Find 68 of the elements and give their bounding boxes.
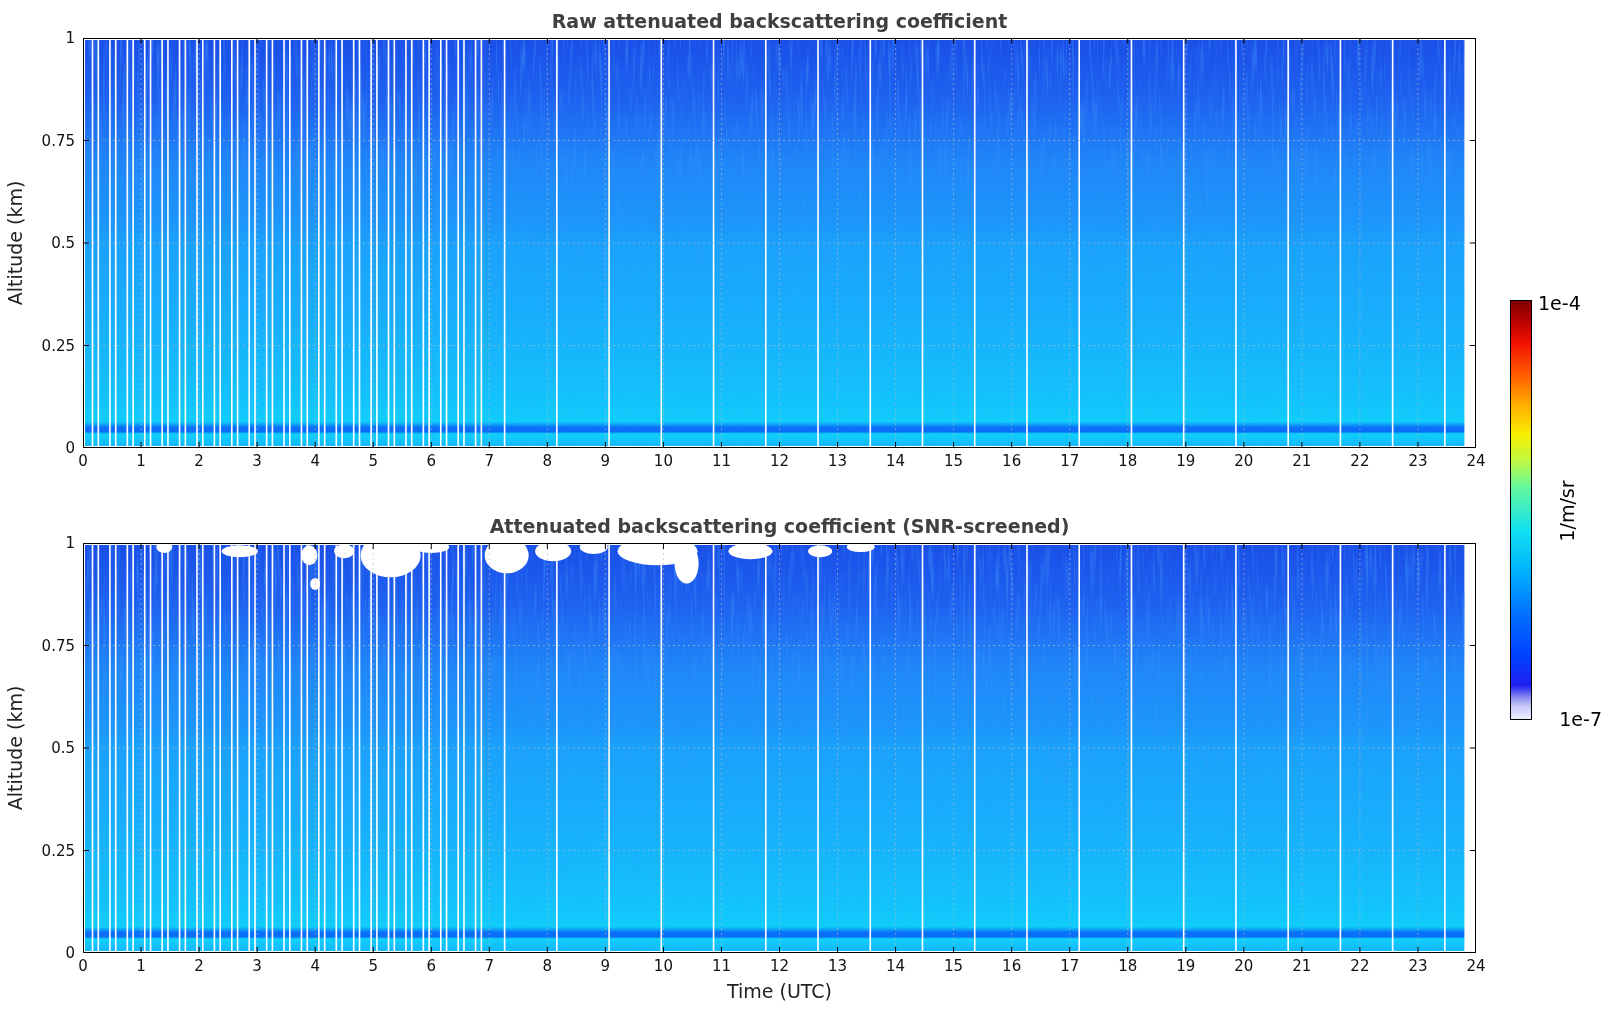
axis-tick-label: 24: [1466, 452, 1486, 470]
axis-tick-label: 1: [136, 957, 146, 975]
axis-tick-label: 16: [1002, 452, 1022, 470]
axis-tick-label: 22: [1350, 957, 1370, 975]
axis-tick-label: 0.5: [51, 234, 75, 252]
axis-tick-label: 15: [944, 452, 964, 470]
axis-tick-label: 21: [1292, 957, 1312, 975]
axis-tick-label: 3: [252, 957, 262, 975]
axis-tick-label: 0: [65, 439, 75, 457]
axis-tick-label: 13: [828, 957, 848, 975]
axis-tick-label: 8: [542, 452, 553, 470]
axis-tick-label: 2: [194, 957, 204, 975]
colorbar-tick-label: 1e-4: [1537, 292, 1582, 314]
axis-label: Altitude (km): [4, 180, 26, 306]
axis-tick-label: 10: [653, 452, 673, 470]
axis-tick-label: 4: [310, 957, 320, 975]
axis-label: Time (UTC): [727, 980, 832, 1002]
axis-tick-label: 13: [828, 452, 848, 470]
axis-tick-label: 2: [194, 452, 204, 470]
axis-tick-label: 9: [600, 452, 611, 470]
axis-tick-label: 15: [944, 957, 964, 975]
axis-tick-label: 3: [252, 452, 262, 470]
axis-tick-label: 17: [1060, 957, 1080, 975]
axis-tick-label: 14: [886, 452, 906, 470]
axis-tick-label: 0.5: [51, 739, 75, 757]
axis-tick-label: 19: [1176, 957, 1196, 975]
axis-label: Altitude (km): [4, 685, 26, 811]
axis-tick-label: 0.25: [41, 336, 75, 355]
axis-tick-label: 21: [1292, 452, 1312, 470]
chart-title: Attenuated backscattering coefficient (SNR-screened): [488, 514, 1071, 537]
axis-tick-label: 23: [1408, 957, 1428, 975]
axis-tick-label: 0: [65, 944, 75, 962]
axis-tick-label: 0.75: [41, 131, 75, 150]
axis-tick-label: 0: [78, 957, 88, 975]
axis-tick-label: 20: [1234, 452, 1254, 470]
axis-tick-label: 12: [769, 452, 790, 470]
axis-tick-label: 5: [368, 957, 378, 975]
axis-tick-label: 14: [886, 957, 906, 975]
chart-title: Raw attenuated backscattering coefficient: [550, 9, 1009, 32]
axis-tick-label: 10: [653, 957, 673, 975]
axis-tick-label: 1: [65, 534, 75, 552]
axis-tick-label: 4: [310, 452, 320, 470]
axis-tick-label: 12: [769, 957, 790, 975]
axis-tick-label: 23: [1408, 452, 1428, 470]
axis-tick-label: 1: [136, 452, 146, 470]
axis-tick-label: 5: [368, 452, 378, 470]
axis-tick-label: 11: [711, 957, 731, 975]
axis-tick-label: 0.75: [41, 636, 75, 655]
colorbar-tick-label: 1e-7: [1558, 708, 1602, 730]
axis-tick-label: 0.25: [41, 841, 75, 860]
axis-tick-label: 6: [426, 452, 436, 470]
colorbar-label: 1/m/sr: [1556, 480, 1578, 542]
axis-tick-label: 8: [542, 957, 553, 975]
axis-tick-label: 11: [711, 452, 731, 470]
axis-tick-label: 7: [484, 452, 495, 470]
axis-tick-label: 1: [65, 29, 75, 47]
axis-tick-label: 6: [426, 957, 436, 975]
axis-tick-label: 20: [1234, 957, 1254, 975]
axis-tick-label: 22: [1350, 452, 1370, 470]
axis-tick-label: 7: [484, 957, 495, 975]
axis-tick-label: 17: [1060, 452, 1080, 470]
axis-tick-label: 0: [78, 452, 88, 470]
axis-tick-label: 18: [1118, 957, 1138, 975]
axis-tick-label: 24: [1466, 957, 1486, 975]
axis-tick-label: 18: [1118, 452, 1138, 470]
axis-tick-label: 19: [1176, 452, 1196, 470]
axis-tick-label: 9: [600, 957, 611, 975]
axis-tick-label: 16: [1002, 957, 1022, 975]
